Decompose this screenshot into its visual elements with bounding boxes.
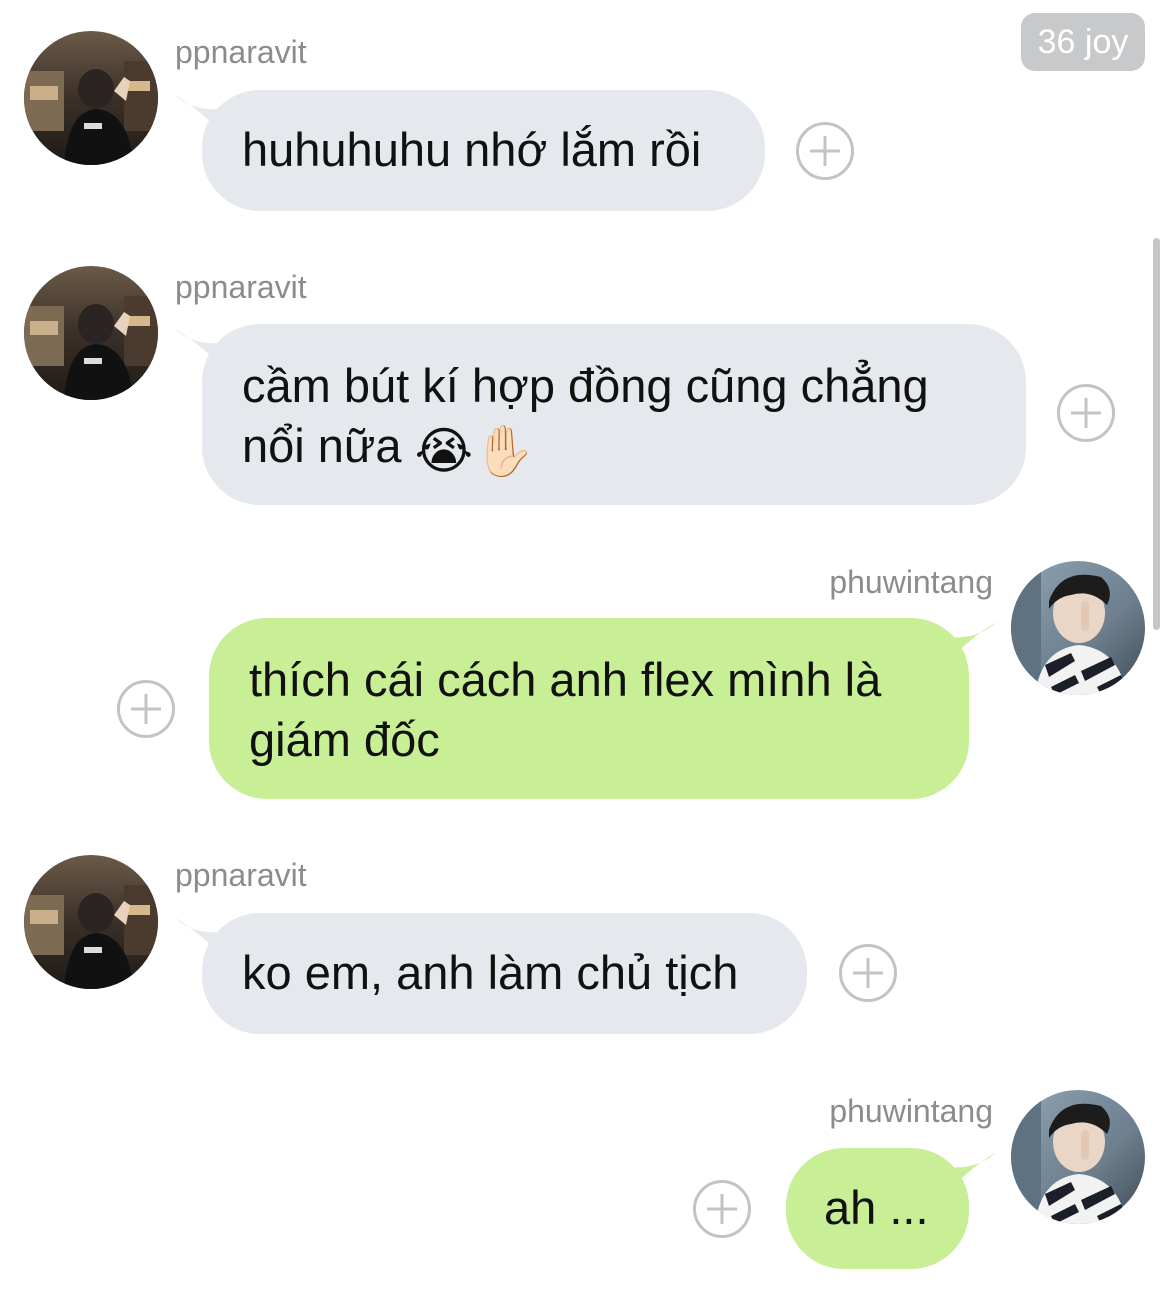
avatar-photo	[1011, 561, 1145, 695]
scrollbar[interactable]	[1153, 238, 1160, 630]
message-text-line: giám đốc	[249, 713, 440, 766]
avatar-photo	[24, 855, 158, 989]
avatar-ppnaravit[interactable]	[24, 266, 158, 400]
sender-name: phuwintang	[829, 1093, 993, 1129]
avatar-ppnaravit[interactable]	[24, 855, 158, 989]
sender-name: ppnaravit	[175, 857, 307, 893]
add-reaction-button[interactable]	[117, 680, 175, 738]
message-text-line: nổi nữa 😭✋🏻	[242, 416, 986, 481]
sender-name: ppnaravit	[175, 34, 307, 70]
add-reaction-button[interactable]	[693, 1180, 751, 1238]
reaction-count-badge[interactable]: 36 joy	[1021, 13, 1145, 71]
avatar-phuwintang[interactable]	[1011, 1090, 1145, 1224]
message-text: ko em, anh làm chủ tịch	[242, 946, 739, 999]
add-reaction-button[interactable]	[839, 944, 897, 1002]
message-text-line-2: nổi nữa	[242, 419, 402, 472]
message-bubble[interactable]: huhuhuhu nhớ lắm rồi	[202, 90, 765, 211]
avatar-photo	[1011, 1090, 1145, 1224]
sender-name: ppnaravit	[175, 269, 307, 305]
message-bubble[interactable]: ko em, anh làm chủ tịch	[202, 913, 807, 1034]
message-text: huhuhuhu nhớ lắm rồi	[242, 123, 702, 176]
avatar-ppnaravit[interactable]	[24, 31, 158, 165]
avatar-photo	[24, 266, 158, 400]
message-bubble[interactable]: ah ...	[786, 1148, 969, 1269]
add-reaction-button[interactable]	[1057, 384, 1115, 442]
message-text-line: cầm bút kí hợp đồng cũng chẳng	[242, 359, 929, 412]
message-text-line: thích cái cách anh flex mình là	[249, 653, 882, 706]
crying-face-raised-hand-emoji: 😭✋🏻	[414, 423, 536, 479]
avatar-photo	[24, 31, 158, 165]
add-reaction-button[interactable]	[796, 122, 854, 180]
message-bubble[interactable]: thích cái cách anh flex mình là giám đốc	[209, 618, 969, 799]
sender-name: phuwintang	[829, 564, 993, 600]
message-bubble[interactable]: cầm bút kí hợp đồng cũng chẳng nổi nữa 😭…	[202, 324, 1026, 505]
avatar-phuwintang[interactable]	[1011, 561, 1145, 695]
message-text: ah ...	[824, 1181, 929, 1234]
